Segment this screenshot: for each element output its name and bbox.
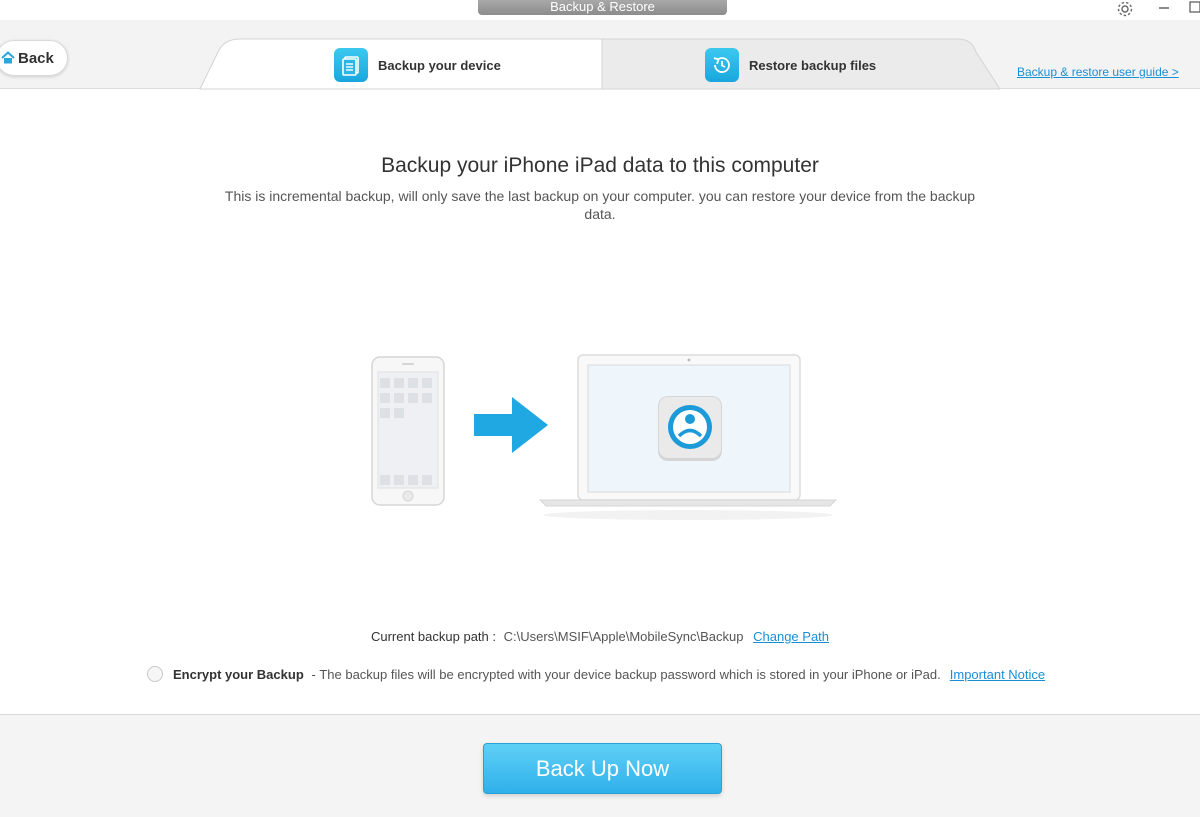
encrypt-checkbox[interactable] — [147, 666, 163, 682]
encrypt-row: Encrypt your Backup - The backup files w… — [147, 664, 1045, 684]
restore-history-icon — [705, 48, 739, 82]
encrypt-text: The backup files will be encrypted with … — [319, 666, 941, 682]
backup-illustration — [360, 345, 840, 540]
tab-backup-label: Backup your device — [378, 57, 501, 73]
tab-restore-backup[interactable]: Restore backup files — [705, 40, 876, 90]
backup-path-value: C:\Users\MSIF\Apple\MobileSync\Backup — [503, 629, 744, 644]
encrypt-label: Encrypt your Backup — [173, 666, 304, 682]
backup-document-icon — [334, 48, 368, 82]
page-title: Backup your iPhone iPad data to this com… — [381, 154, 819, 177]
backup-path-row: Current backup path : C:\Users\MSIF\Appl… — [0, 629, 1200, 644]
tab-restore-label: Restore backup files — [749, 57, 877, 73]
backup-path-label: Current backup path : — [370, 629, 496, 644]
window-title: Backup & Restore — [478, 0, 727, 15]
maximize-icon[interactable] — [1183, 0, 1200, 18]
laptop-icon — [538, 354, 838, 520]
encrypt-separator: - — [307, 666, 320, 682]
tab-backup-device[interactable]: Backup your device — [334, 40, 501, 90]
user-guide-link[interactable]: Backup & restore user guide > — [1017, 65, 1179, 79]
settings-icon[interactable] — [1113, 0, 1137, 18]
change-path-link[interactable]: Change Path — [753, 629, 829, 644]
back-up-now-button[interactable]: Back Up Now — [483, 743, 722, 794]
title-bar: Backup & Restore — [0, 0, 1200, 20]
important-notice-link[interactable]: Important Notice — [950, 667, 1045, 682]
phone-icon — [371, 356, 445, 506]
arrow-right-icon — [474, 397, 548, 453]
page-description: This is incremental backup, will only sa… — [224, 188, 976, 222]
minimize-icon[interactable] — [1152, 0, 1176, 18]
